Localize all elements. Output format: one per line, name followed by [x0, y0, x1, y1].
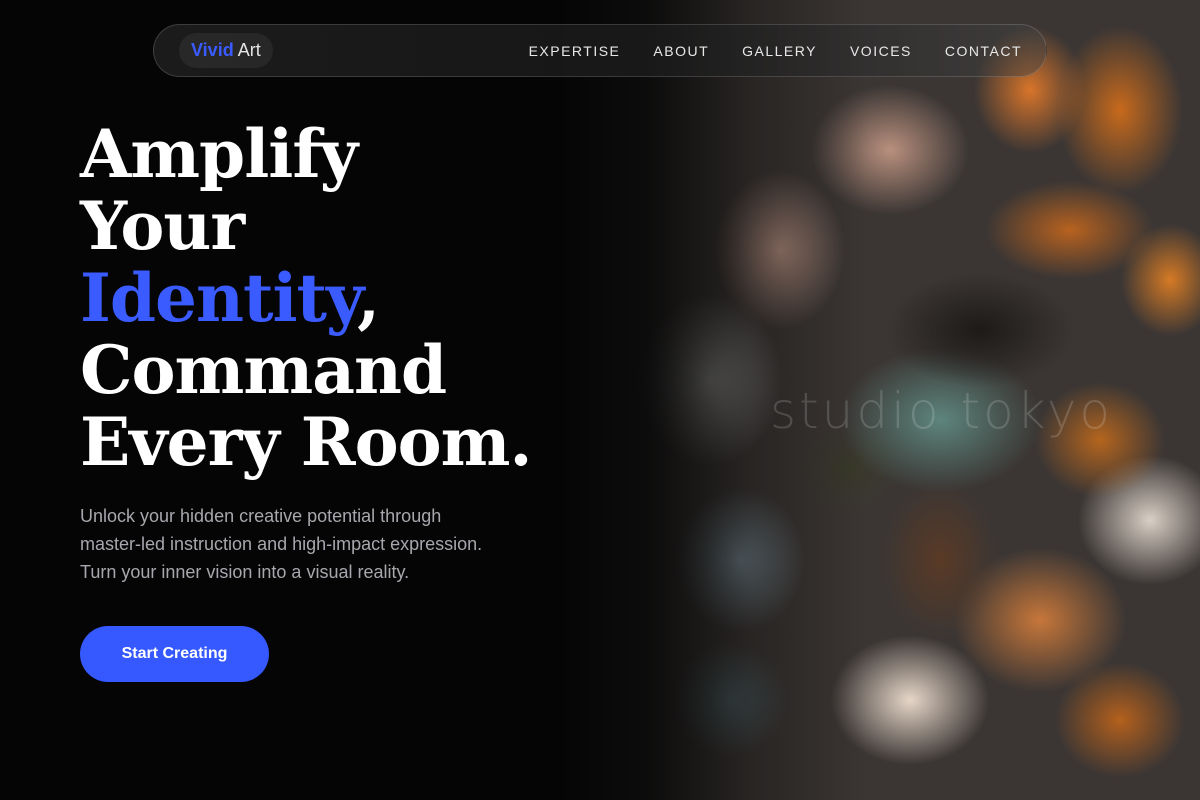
nav-link-voices[interactable]: VOICES: [850, 43, 912, 59]
nav-links: EXPERTISE ABOUT GALLERY VOICES CONTACT: [496, 43, 1022, 59]
subtitle-line-3: Turn your inner vision into a visual rea…: [80, 562, 410, 582]
subtitle-line-2: master-led instruction and high-impact e…: [80, 534, 483, 554]
brand-logo[interactable]: Vivid Art: [179, 33, 273, 68]
subtitle-line-1: Unlock your hidden creative potential th…: [80, 506, 442, 526]
hero-subtitle: Unlock your hidden creative potential th…: [80, 502, 600, 586]
headline-line-2: Your: [80, 187, 245, 265]
nav-link-about[interactable]: ABOUT: [653, 43, 709, 59]
nav-link-contact[interactable]: CONTACT: [945, 43, 1022, 59]
headline-comma: ,: [357, 259, 380, 337]
hero-section: Amplify Your Identity, Command Every Roo…: [80, 118, 600, 604]
brand-secondary: Art: [237, 40, 261, 60]
headline-line-4: Command: [80, 331, 447, 409]
hero-headline: Amplify Your Identity, Command Every Roo…: [80, 118, 600, 478]
nav-link-gallery[interactable]: GALLERY: [742, 43, 817, 59]
headline-line-5: Every Room.: [80, 403, 532, 481]
top-navigation: Vivid Art EXPERTISE ABOUT GALLERY VOICES…: [153, 24, 1047, 77]
nav-link-expertise[interactable]: EXPERTISE: [529, 43, 621, 59]
headline-accent-word: Identity: [80, 259, 358, 337]
brand-primary: Vivid: [191, 40, 234, 60]
headline-line-1: Amplify: [80, 115, 358, 193]
image-watermark: studio tokyo: [770, 382, 1114, 440]
start-creating-button[interactable]: Start Creating: [80, 626, 269, 682]
headline-line-3: Identity,: [80, 262, 600, 334]
